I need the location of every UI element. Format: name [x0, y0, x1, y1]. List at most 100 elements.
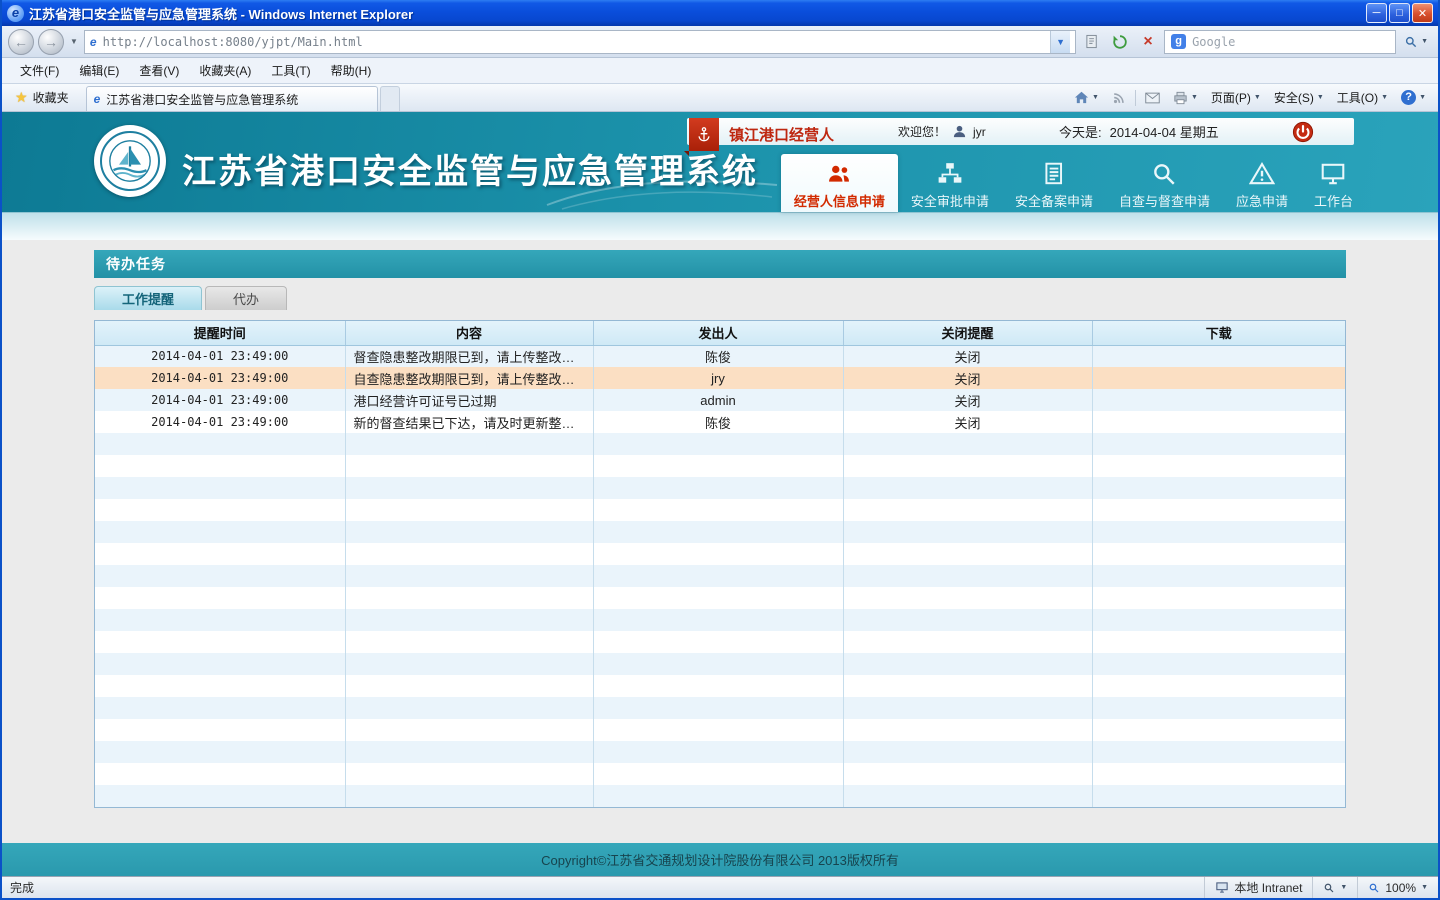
empty-cell	[843, 455, 1092, 477]
empty-cell	[1092, 675, 1345, 697]
page-menu-button[interactable]: 页面(P) ▼	[1205, 86, 1267, 109]
empty-cell	[593, 609, 843, 631]
empty-cell	[95, 521, 345, 543]
history-dropdown-icon[interactable]: ▼	[68, 37, 80, 46]
empty-cell	[593, 675, 843, 697]
empty-cell	[95, 609, 345, 631]
logout-button[interactable]	[1292, 121, 1314, 143]
close-reminder-link[interactable]: 关闭	[954, 416, 980, 431]
cell-sender: admin	[593, 389, 843, 411]
home-button[interactable]: ▼	[1068, 87, 1105, 108]
home-dropdown-icon[interactable]: ▼	[1092, 94, 1099, 101]
menu-help[interactable]: 帮助(H)	[321, 58, 382, 83]
url-field[interactable]: e http://localhost:8080/yjpt/Main.html ▼	[84, 30, 1076, 54]
org-chart-icon	[937, 161, 963, 187]
tools-menu-label: 工具(O)	[1337, 89, 1378, 106]
empty-cell	[843, 477, 1092, 499]
empty-cell	[95, 477, 345, 499]
tools-menu-button[interactable]: 工具(O) ▼	[1331, 86, 1394, 109]
back-button[interactable]: ←	[8, 29, 34, 55]
document-icon	[1041, 161, 1067, 187]
new-tab-button[interactable]	[380, 86, 400, 111]
empty-cell	[593, 587, 843, 609]
refresh-button[interactable]	[1108, 30, 1132, 54]
menu-view[interactable]: 查看(V)	[129, 58, 189, 83]
search-placeholder-text[interactable]: Google	[1192, 35, 1389, 49]
empty-cell	[95, 763, 345, 785]
search-input[interactable]: g Google	[1164, 30, 1396, 54]
print-button[interactable]: ▼	[1167, 88, 1204, 108]
command-bar: ▼ ▼ 页面(P) ▼ 安全(S) ▼ 工具(O)	[1068, 86, 1438, 111]
cell-close: 关闭	[843, 389, 1092, 411]
empty-cell	[95, 741, 345, 763]
menu-tools[interactable]: 工具(T)	[261, 58, 320, 83]
nav-safety-record[interactable]: 安全备案申请	[1002, 154, 1106, 212]
page-footer: Copyright©江苏省交通规划设计院股份有限公司 2013版权所有	[2, 843, 1438, 876]
url-text[interactable]: http://localhost:8080/yjpt/Main.html	[103, 35, 1045, 49]
feeds-button[interactable]	[1106, 88, 1132, 108]
empty-cell	[1092, 741, 1345, 763]
safety-menu-dropdown-icon: ▼	[1317, 94, 1324, 101]
print-dropdown-icon[interactable]: ▼	[1191, 94, 1198, 101]
empty-row	[95, 785, 1345, 807]
empty-cell	[843, 543, 1092, 565]
empty-row	[95, 499, 1345, 521]
safety-menu-button[interactable]: 安全(S) ▼	[1268, 86, 1330, 109]
menu-edit[interactable]: 编辑(E)	[69, 58, 129, 83]
empty-cell	[1092, 697, 1345, 719]
task-row[interactable]: 2014-04-01 23:49:00自查隐患整改期限已到，请上传整改结果…jr…	[95, 367, 1345, 389]
empty-cell	[95, 543, 345, 565]
zoom-control[interactable]: 100% ▼	[1357, 877, 1438, 898]
close-reminder-link[interactable]: 关闭	[954, 372, 980, 387]
nav-label: 工作台	[1314, 191, 1353, 210]
empty-cell	[345, 785, 593, 807]
task-row[interactable]: 2014-04-01 23:49:00新的督查结果已下达，请及时更新整改结果陈俊…	[95, 411, 1345, 433]
nav-label: 安全备案申请	[1015, 191, 1093, 210]
header-sub-strip	[2, 212, 1438, 240]
minimize-button[interactable]: ─	[1366, 3, 1387, 23]
zone-indicator: 本地 Intranet	[1204, 877, 1312, 898]
maximize-button[interactable]: □	[1389, 3, 1410, 23]
compatibility-view-button[interactable]	[1080, 30, 1104, 54]
tab-pending[interactable]: 代办	[205, 286, 287, 310]
copyright-text: Copyright©江苏省交通规划设计院股份有限公司 2013版权所有	[541, 850, 899, 869]
url-dropdown-icon[interactable]: ▼	[1050, 31, 1070, 53]
empty-cell	[345, 455, 593, 477]
role-badge-label: 镇江港口经营人	[719, 124, 846, 145]
nav-emergency[interactable]: 应急申请	[1223, 154, 1301, 212]
close-button[interactable]: ✕	[1412, 3, 1433, 23]
close-reminder-link[interactable]: 关闭	[954, 394, 980, 409]
mail-button[interactable]	[1139, 89, 1166, 107]
cell-download	[1092, 367, 1345, 389]
task-row[interactable]: 2014-04-01 23:49:00督查隐患整改期限已到，请上传整改结果…陈俊…	[95, 345, 1345, 367]
empty-cell	[95, 455, 345, 477]
tab-work-reminder[interactable]: 工作提醒	[94, 286, 202, 310]
nav-self-inspection[interactable]: 自查与督查申请	[1106, 154, 1223, 212]
nav-operator-info[interactable]: 经营人信息申请	[781, 154, 898, 212]
empty-row	[95, 675, 1345, 697]
task-row[interactable]: 2014-04-01 23:49:00港口经营许可证号已过期admin关闭	[95, 389, 1345, 411]
empty-cell	[843, 653, 1092, 675]
cell-reminder-time: 2014-04-01 23:49:00	[95, 411, 345, 433]
menu-favorites[interactable]: 收藏夹(A)	[189, 58, 261, 83]
empty-cell	[843, 499, 1092, 521]
menu-file[interactable]: 文件(F)	[10, 58, 69, 83]
nav-safety-approval[interactable]: 安全审批申请	[898, 154, 1002, 212]
cell-download	[1092, 345, 1345, 367]
help-button[interactable]: ? ▼	[1395, 87, 1432, 108]
empty-row	[95, 587, 1345, 609]
browser-tab[interactable]: e 江苏省港口安全监管与应急管理系统	[86, 86, 378, 111]
stop-button[interactable]: ×	[1136, 30, 1160, 54]
empty-cell	[345, 675, 593, 697]
search-dropdown-icon[interactable]: ▼	[1421, 38, 1428, 45]
favorites-button[interactable]: ★ 收藏夹	[6, 85, 78, 109]
protected-mode-button[interactable]: ▼	[1312, 877, 1357, 898]
nav-workbench[interactable]: 工作台	[1301, 154, 1366, 212]
empty-cell	[1092, 719, 1345, 741]
cell-close: 关闭	[843, 411, 1092, 433]
search-submit-button[interactable]: ▼	[1400, 35, 1432, 49]
help-dropdown-icon: ▼	[1419, 94, 1426, 101]
empty-row	[95, 609, 1345, 631]
forward-button[interactable]: →	[38, 29, 64, 55]
close-reminder-link[interactable]: 关闭	[954, 350, 980, 365]
